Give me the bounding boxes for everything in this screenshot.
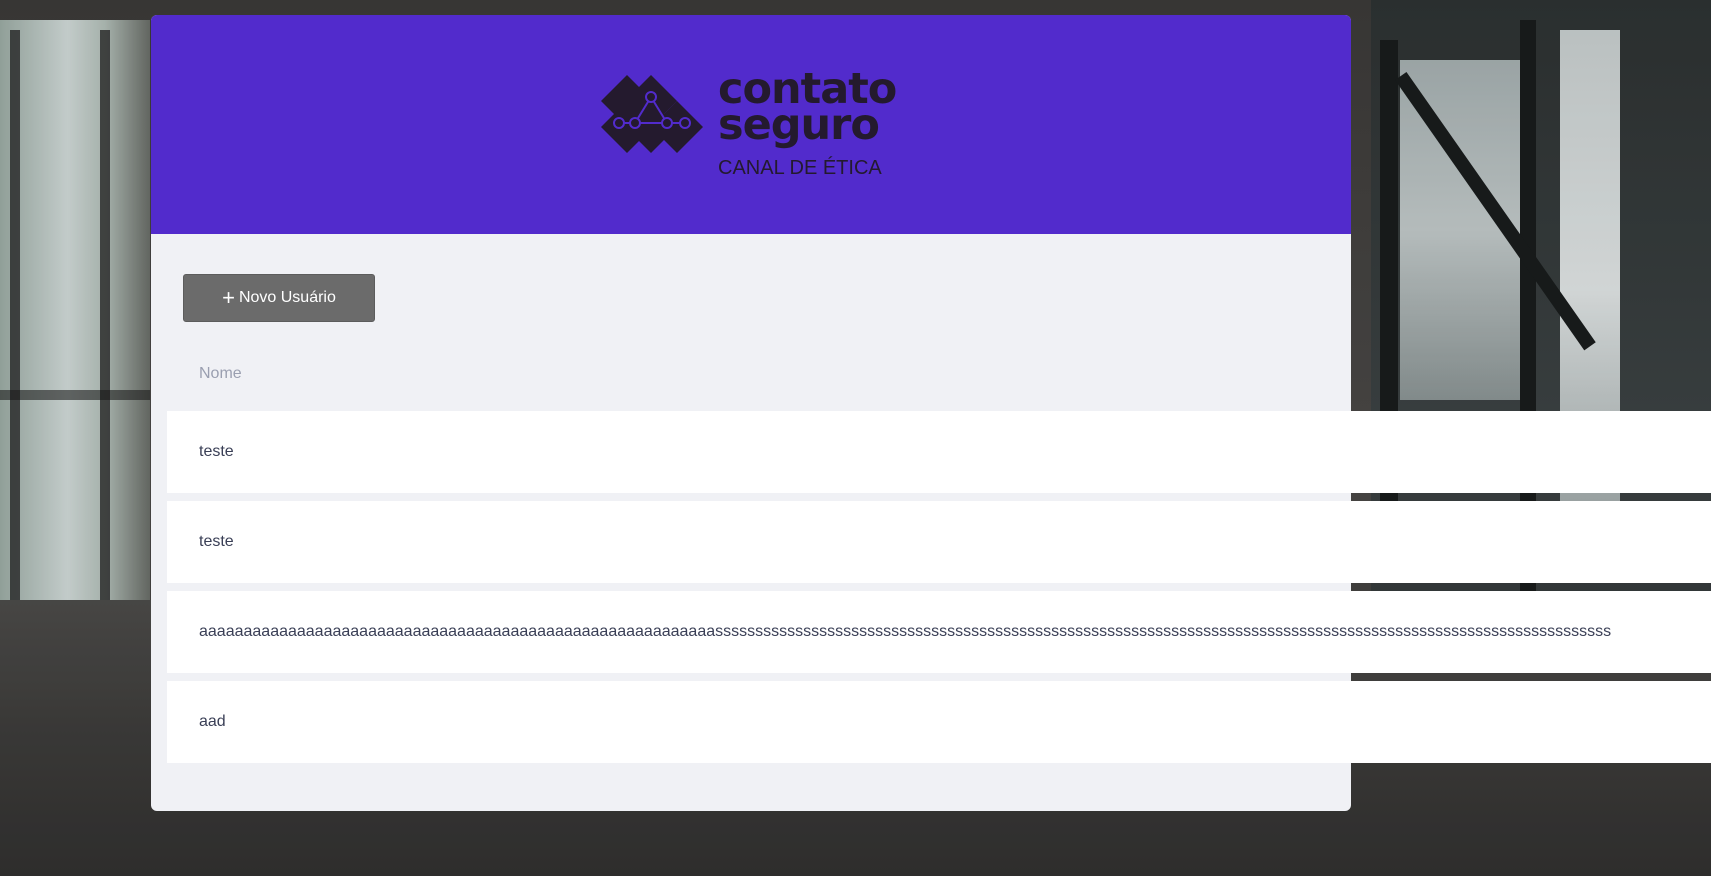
user-name: teste (199, 533, 234, 550)
new-user-button[interactable]: + Novo Usuário (183, 274, 375, 322)
logo-subtitle: CANAL DE ÉTICA (718, 157, 882, 179)
logo-mark-icon (601, 75, 703, 153)
table-row[interactable]: aad (167, 681, 1711, 763)
user-name: aad (199, 713, 226, 730)
column-header-nome: Nome (199, 365, 242, 382)
contato-seguro-logo: contato seguro CANAL DE ÉTICA (601, 55, 921, 195)
brand-header: contato seguro CANAL DE ÉTICA (151, 15, 1351, 234)
user-name: teste (199, 443, 234, 460)
logo-word-line2: seguro (718, 100, 880, 150)
logo-wordmark: contato seguro (718, 68, 897, 150)
new-user-label: Novo Usuário (238, 289, 336, 306)
user-name: aaaaaaaaaaaaaaaaaaaaaaaaaaaaaaaaaaaaaaaa… (199, 623, 1612, 640)
users-table: teste teste aaaaaaaaaaaaaaaaaaaaaaaaaaaa… (167, 411, 1711, 771)
table-row[interactable]: aaaaaaaaaaaaaaaaaaaaaaaaaaaaaaaaaaaaaaaa… (167, 591, 1711, 673)
table-row[interactable]: teste (167, 411, 1711, 493)
table-row[interactable]: teste (167, 501, 1711, 583)
plus-icon: + (222, 285, 235, 310)
